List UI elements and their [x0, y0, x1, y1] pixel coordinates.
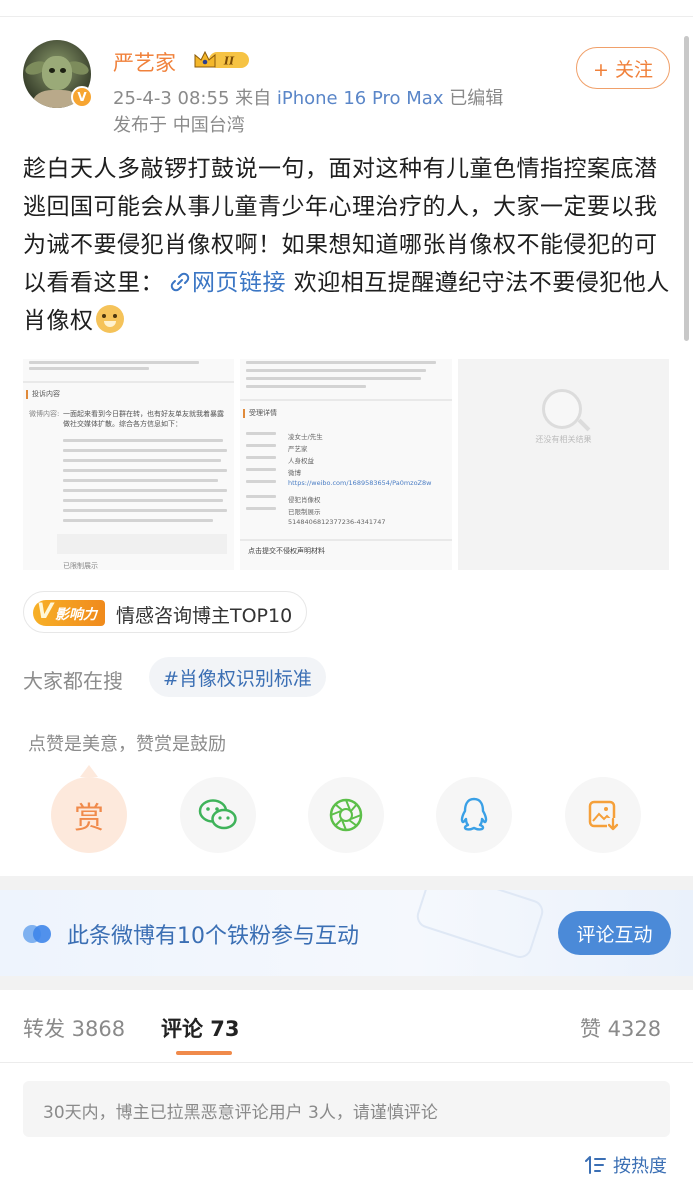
tab-repost[interactable]: 转发 3868: [23, 1013, 125, 1043]
post-meta: 25-4-3 08:55 来自 iPhone 16 Pro Max 已编辑: [113, 84, 503, 110]
tab-like[interactable]: 赞 4328: [580, 1013, 661, 1043]
empty-search-icon: [542, 389, 582, 429]
post-device[interactable]: iPhone 16 Pro Max: [277, 88, 444, 109]
comment-notice: 30天内，博主已拉黑恶意评论用户 3人，请谨慎评论: [23, 1081, 670, 1137]
moments-icon: [329, 798, 363, 832]
share-wechat-button[interactable]: [180, 777, 256, 853]
scrollbar[interactable]: [684, 36, 689, 341]
tabs-divider: [0, 1062, 693, 1063]
fans-banner[interactable]: 此条微博有10个铁粉参与互动 评论互动: [0, 890, 693, 976]
sort-icon: [585, 1156, 606, 1174]
post-image-1[interactable]: 投诉内容 微博内容: 一面起来看到今日群在转，也有好友单友就我着暴露做社交媒体扩…: [23, 359, 234, 570]
image2-row-7: 已限制展示: [288, 508, 321, 516]
sort-label[interactable]: 按热度: [613, 1152, 667, 1178]
top-divider: [0, 16, 693, 17]
tab-comment[interactable]: 评论 73: [161, 1013, 240, 1043]
post-image-2[interactable]: 受理详情 凌女士/先生 严艺家 人身权益 微博 https://weibo.co…: [240, 359, 452, 570]
post-location: 发布于 中国台湾: [113, 115, 245, 136]
influence-logo-v: V: [37, 599, 54, 623]
reward-icon: 赏: [74, 801, 104, 836]
post-body: 趁白天人多敲锣打鼓说一句，面对这种有儿童色情指控案底潜逃回国可能会从事儿童青少年…: [23, 150, 675, 340]
share-qq-button[interactable]: [436, 777, 512, 853]
active-tab-indicator: [176, 1051, 232, 1055]
comment-notice-text: 30天内，博主已拉黑恶意评论用户 3人，请谨慎评论: [43, 1103, 438, 1123]
influence-logo-text: 影响力: [55, 607, 97, 623]
post-image-3[interactable]: 还没有相关结果: [458, 359, 669, 570]
influence-label: 情感咨询博主TOP10: [116, 605, 293, 627]
comment-interact-button[interactable]: 评论互动: [558, 911, 671, 955]
image2-row-8: 5148406812377236-4341747: [288, 518, 386, 526]
image2-footer: 点击提交不侵权声明材料: [248, 547, 325, 555]
web-link[interactable]: 网页链接: [164, 270, 286, 296]
image1-head: 投诉内容: [32, 390, 60, 398]
author-name[interactable]: 严艺家: [113, 47, 176, 77]
level-crown-icon[interactable]: II: [193, 49, 251, 71]
influence-logo-icon: V 影响力: [33, 599, 105, 626]
reward-text: 点赞是美意，赞赏是鼓励: [28, 734, 226, 755]
fans-icon: [23, 925, 53, 943]
trending-search-chip[interactable]: #肖像权识别标准: [149, 657, 326, 697]
post-source-prefix: 来自: [235, 88, 272, 109]
wechat-icon: [198, 799, 237, 830]
qq-icon: [460, 797, 488, 831]
link-icon: [170, 272, 190, 292]
image2-head: 受理详情: [249, 409, 277, 417]
trending-label: 大家都在搜: [23, 669, 123, 693]
image2-row-3: 人身权益: [288, 457, 314, 465]
verified-badge-icon: V: [71, 86, 93, 108]
fans-text: 此条微博有10个铁粉参与互动: [67, 924, 359, 949]
image1-footer: 已限制展示: [63, 562, 98, 570]
image1-body: 一面起来看到今日群在转，也有好友单友就我着暴露做社交媒体扩散。综合各方信息如下：: [63, 410, 224, 428]
image1-label: 微博内容:: [29, 410, 60, 418]
sort-button[interactable]: 按热度: [585, 1152, 667, 1178]
image2-row-4: 微博: [288, 469, 301, 477]
image2-row-1: 凌女士/先生: [288, 433, 323, 441]
image-grid: 投诉内容 微博内容: 一面起来看到今日群在转，也有好友单友就我着暴露做社交媒体扩…: [23, 359, 669, 570]
post-edited[interactable]: 已编辑: [449, 88, 503, 109]
doge-emoji-icon: [95, 305, 124, 333]
save-image-icon: [588, 800, 619, 831]
level-badge-text: II: [223, 55, 235, 68]
influence-tag[interactable]: V 影响力 情感咨询博主TOP10: [23, 591, 307, 633]
image2-row-6: 侵犯肖像权: [288, 496, 321, 504]
reward-button[interactable]: 赏: [51, 777, 127, 853]
follow-button[interactable]: + 关注: [576, 47, 670, 89]
image2-row-2: 严艺家: [288, 445, 308, 453]
web-link-label[interactable]: 网页链接: [192, 270, 286, 296]
image2-row-5: https://weibo.com/1689583654/Pa0mzoZ8w: [288, 479, 432, 487]
save-image-button[interactable]: [565, 777, 641, 853]
post-timestamp: 25-4-3 08:55: [113, 88, 230, 109]
section-divider: [0, 976, 693, 990]
image3-empty-text: 还没有相关结果: [535, 435, 592, 444]
share-moments-button[interactable]: [308, 777, 384, 853]
reward-pointer: [80, 765, 98, 777]
section-divider: [0, 876, 693, 890]
